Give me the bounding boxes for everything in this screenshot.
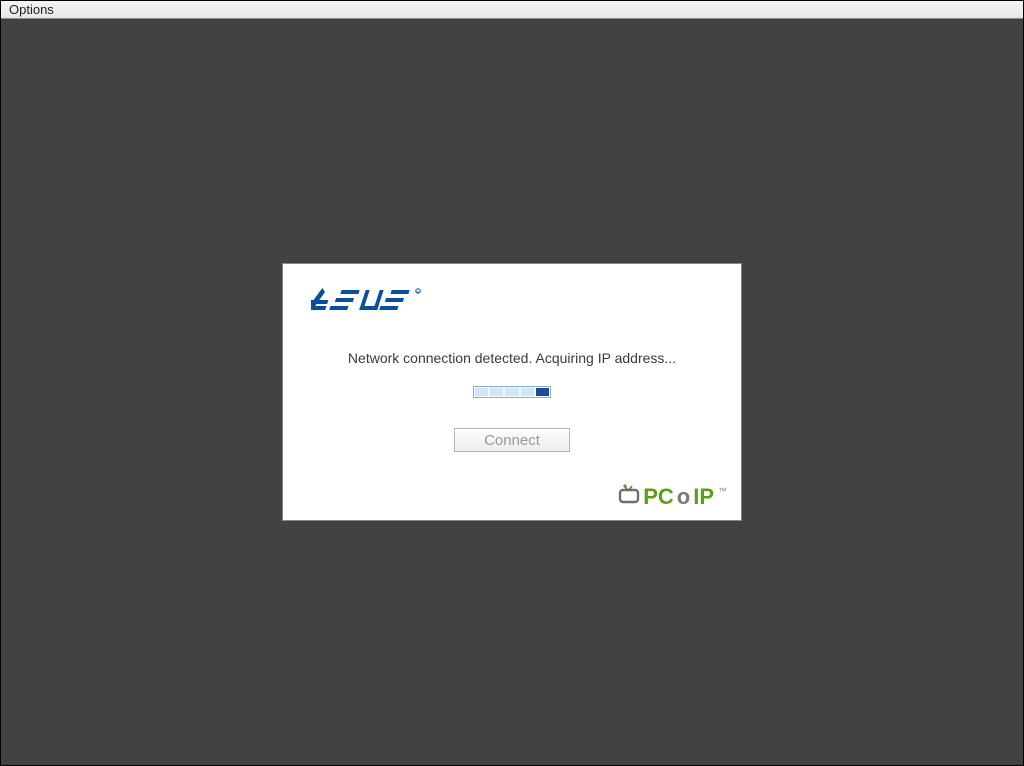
progress-segment: [521, 388, 534, 396]
workspace: R Network connection detected. Acquiring…: [1, 19, 1023, 765]
progress-indicator: [473, 386, 551, 398]
pcoip-trademark: ™: [718, 486, 727, 496]
pcoip-logo: PCoIP ™: [618, 484, 727, 510]
asus-logo: R: [311, 286, 431, 319]
progress-segment: [490, 388, 503, 396]
progress-segment: [536, 388, 549, 396]
status-text: Network connection detected. Acquiring I…: [283, 350, 741, 366]
pcoip-tv-icon: [618, 484, 640, 510]
pcoip-text-o: o: [677, 484, 690, 510]
connect-button[interactable]: Connect: [454, 428, 570, 452]
progress-segment: [475, 388, 488, 396]
pcoip-text-ip: IP: [693, 484, 714, 510]
connect-dialog: R Network connection detected. Acquiring…: [282, 263, 742, 521]
menubar: Options: [1, 1, 1023, 19]
svg-text:R: R: [417, 290, 420, 295]
app-frame: Options: [0, 0, 1024, 766]
progress-segment: [505, 388, 518, 396]
options-menu[interactable]: Options: [5, 2, 58, 17]
pcoip-text-pc: PC: [643, 484, 674, 510]
